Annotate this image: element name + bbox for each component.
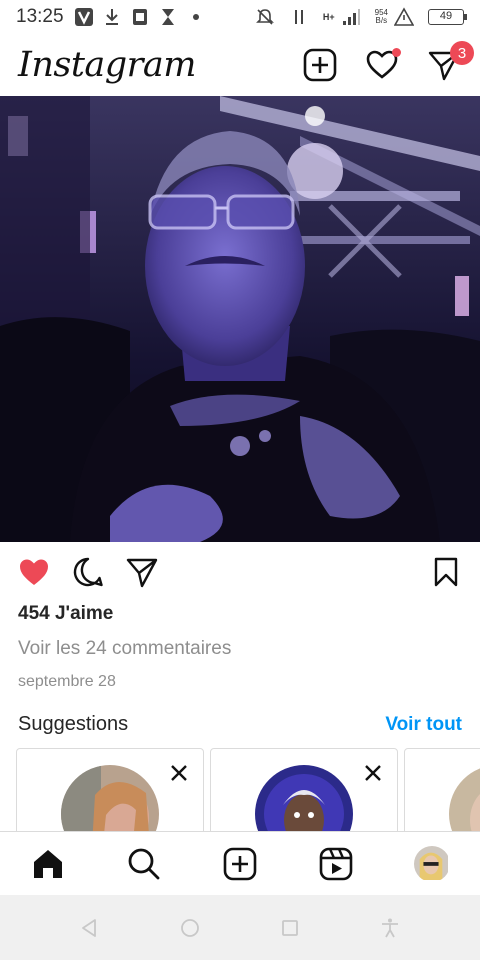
suggestion-card[interactable] bbox=[404, 748, 480, 832]
instagram-logo[interactable]: Instagram bbox=[18, 45, 196, 85]
like-button[interactable] bbox=[16, 554, 52, 590]
net-speed-unit: B/s bbox=[375, 16, 388, 25]
accessibility-icon[interactable] bbox=[379, 917, 401, 939]
share-button[interactable] bbox=[124, 554, 160, 590]
data-arrows-icon bbox=[289, 7, 309, 27]
likes-count[interactable]: 454 J'aime bbox=[18, 603, 113, 625]
heart-filled-icon bbox=[20, 559, 48, 585]
dismiss-suggestion-icon[interactable] bbox=[363, 763, 383, 783]
suggestions-header: Suggestions Voir tout bbox=[18, 713, 462, 736]
post-date: septembre 28 bbox=[18, 673, 116, 690]
suggestion-cards bbox=[16, 748, 480, 832]
create-icon bbox=[223, 847, 257, 880]
suggestion-card[interactable] bbox=[210, 748, 398, 832]
recents-icon[interactable] bbox=[279, 917, 301, 939]
bottom-navigation bbox=[0, 831, 480, 895]
suggestion-avatar[interactable] bbox=[61, 765, 159, 832]
suggestions-title: Suggestions bbox=[18, 713, 129, 735]
net-speed: 954 B/s bbox=[375, 9, 388, 25]
more-dot-icon bbox=[186, 7, 206, 27]
comment-icon bbox=[73, 557, 103, 587]
nav-home-button[interactable] bbox=[28, 844, 68, 884]
search-icon bbox=[128, 848, 160, 879]
nav-create-button[interactable] bbox=[220, 844, 260, 884]
new-post-icon bbox=[303, 48, 337, 82]
home-circle-icon[interactable] bbox=[179, 917, 201, 939]
v-app-icon bbox=[74, 7, 94, 27]
view-comments-link[interactable]: Voir les 24 commentaires bbox=[18, 638, 231, 660]
suggestion-card[interactable] bbox=[16, 748, 204, 832]
save-button[interactable] bbox=[428, 554, 464, 590]
suggestion-avatar[interactable] bbox=[255, 765, 353, 832]
messages-badge: 3 bbox=[450, 41, 474, 65]
comment-button[interactable] bbox=[70, 554, 106, 590]
hourglass-icon bbox=[158, 7, 178, 27]
activity-button[interactable] bbox=[364, 47, 401, 83]
system-navigation-bar bbox=[0, 895, 480, 960]
status-bar: 13:25 H+ 954 B/s 49 bbox=[0, 0, 480, 34]
download-icon bbox=[102, 7, 122, 27]
nav-reels-button[interactable] bbox=[316, 844, 356, 884]
see-all-link[interactable]: Voir tout bbox=[385, 714, 462, 736]
dismiss-suggestion-icon[interactable] bbox=[169, 763, 189, 783]
suggestion-avatar[interactable] bbox=[449, 765, 480, 832]
nav-profile-button[interactable] bbox=[412, 844, 452, 884]
activity-dot bbox=[392, 48, 401, 57]
direct-messages-button[interactable]: 3 bbox=[426, 41, 474, 83]
app-header: Instagram 3 bbox=[0, 34, 480, 96]
warning-icon bbox=[394, 7, 414, 27]
post-photo[interactable] bbox=[0, 96, 480, 542]
status-time: 13:25 bbox=[16, 6, 64, 27]
signal-icon bbox=[341, 7, 361, 27]
reels-icon bbox=[319, 847, 353, 880]
profile-avatar bbox=[414, 845, 450, 882]
new-post-button[interactable] bbox=[302, 47, 338, 83]
post-actions bbox=[0, 548, 480, 596]
battery-indicator: 49 bbox=[428, 9, 467, 25]
sim-icon bbox=[130, 7, 150, 27]
network-type: H+ bbox=[322, 11, 335, 22]
back-icon[interactable] bbox=[79, 917, 101, 939]
home-icon bbox=[34, 849, 62, 878]
nav-search-button[interactable] bbox=[124, 844, 164, 884]
mute-icon bbox=[255, 7, 275, 27]
share-icon bbox=[126, 558, 158, 588]
bookmark-icon bbox=[434, 557, 458, 587]
